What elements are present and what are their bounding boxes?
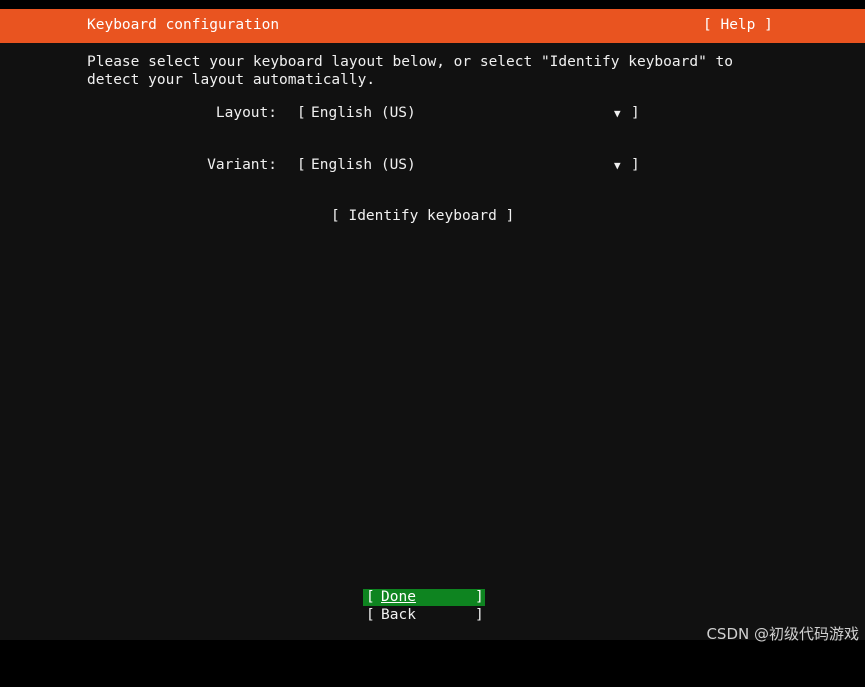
header-bar: Keyboard configuration [ Help ] — [0, 9, 865, 43]
installer-screen: Keyboard configuration [ Help ] Please s… — [0, 9, 865, 643]
identify-keyboard-button[interactable]: [ Identify keyboard ] — [331, 208, 514, 224]
done-button-close-bracket: ] — [475, 589, 484, 605]
done-button-open-bracket: [ — [366, 589, 375, 605]
layout-select[interactable]: [ English (US) ▼ ] — [297, 105, 640, 123]
page-title: Keyboard configuration — [87, 17, 280, 33]
dropdown-arrow-icon: ▼ — [614, 107, 621, 120]
done-button[interactable]: [ Done ] — [363, 589, 485, 606]
done-button-label-text: Done — [381, 589, 416, 605]
variant-select-value: English (US) — [311, 157, 416, 173]
watermark-text: CSDN @初级代码游戏 — [706, 625, 859, 643]
help-button[interactable]: [ Help ] — [703, 17, 773, 33]
back-button-label: Back — [381, 607, 416, 623]
layout-label: Layout: — [215, 105, 277, 121]
variant-select-close-bracket: ] — [631, 157, 640, 173]
variant-label: Variant: — [207, 157, 277, 173]
instructions-text: Please select your keyboard layout below… — [87, 54, 734, 88]
done-button-label: Done — [381, 589, 416, 605]
variant-select[interactable]: [ English (US) ▼ ] — [297, 157, 640, 175]
layout-select-open-bracket: [ — [297, 105, 306, 121]
back-button[interactable]: [ Back ] — [363, 607, 485, 624]
dropdown-arrow-icon: ▼ — [614, 159, 621, 172]
back-button-open-bracket: [ — [366, 607, 375, 623]
layout-select-close-bracket: ] — [631, 105, 640, 121]
variant-select-open-bracket: [ — [297, 157, 306, 173]
back-button-close-bracket: ] — [475, 607, 484, 623]
layout-select-value: English (US) — [311, 105, 416, 121]
